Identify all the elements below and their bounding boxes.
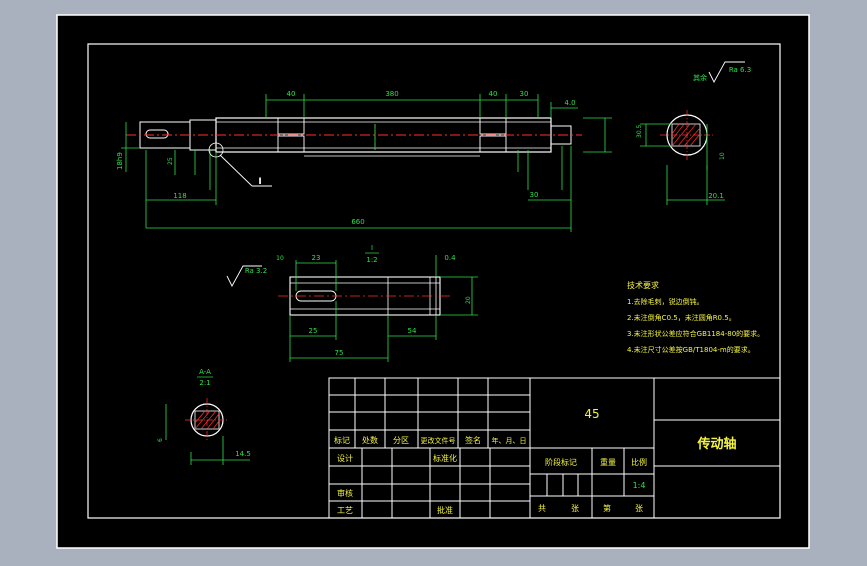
tb-label-weight: 重量 bbox=[600, 457, 616, 467]
tech-requirement-1: 1.去除毛刺，锐边倒钝。 bbox=[627, 297, 704, 306]
tb-label-standardize: 标准化 bbox=[433, 453, 457, 463]
tb-scale-value: 1:4 bbox=[633, 481, 646, 490]
dim-small-vertical: 25 bbox=[167, 157, 174, 165]
tb-label-total: 共 bbox=[538, 504, 546, 513]
sheet-outer-border bbox=[56, 14, 810, 549]
roughness-value: Ra 6.3 bbox=[729, 66, 751, 74]
dim-30-bottom: 30 bbox=[530, 191, 539, 199]
tb-label-sheets-b: 张 bbox=[635, 504, 643, 513]
tb-label-stage-mark: 阶段标记 bbox=[545, 457, 577, 467]
detail-dim-75: 75 bbox=[335, 349, 344, 357]
detail-callout-label: I bbox=[258, 177, 261, 187]
section-b-dim-bottom: 20.1 bbox=[708, 192, 724, 200]
tech-requirement-3: 3.未注形状公差应符合GB1184-80的要求。 bbox=[627, 329, 764, 338]
section-b-dim-left: 30.5 bbox=[636, 124, 643, 138]
cad-drawing: 40 380 40 30 4.0 118 30 660 I 18h9 25 其余… bbox=[56, 14, 810, 549]
dim-left-vertical: 18h9 bbox=[116, 152, 124, 170]
section-a-dim-left: 6 bbox=[157, 438, 164, 442]
dim-118: 118 bbox=[173, 192, 186, 200]
tb-label-design: 设计 bbox=[337, 453, 353, 463]
tech-requirements-title: 技术要求 bbox=[627, 280, 659, 290]
detail-dim-25: 25 bbox=[309, 327, 318, 335]
tb-label-zone: 分区 bbox=[393, 436, 409, 445]
tb-label-approve: 批准 bbox=[437, 505, 453, 515]
detail-dim-right: 20 bbox=[465, 296, 472, 304]
dim-40-right: 40 bbox=[489, 90, 498, 98]
section-a-dim-bottom: 14.5 bbox=[235, 450, 251, 458]
dim-660: 660 bbox=[351, 218, 364, 226]
tb-part-name: 传动轴 bbox=[696, 436, 736, 452]
tb-label-scale: 比例 bbox=[631, 457, 647, 467]
dim-30-top: 30 bbox=[520, 90, 529, 98]
drawing-canvas: 40 380 40 30 4.0 118 30 660 I 18h9 25 其余… bbox=[0, 0, 867, 562]
tb-label-signature: 签名 bbox=[465, 435, 481, 445]
dim-4-0: 4.0 bbox=[564, 99, 575, 107]
detail-roughness: Ra 3.2 bbox=[245, 267, 267, 275]
tb-label-nth: 第 bbox=[603, 503, 611, 513]
tb-label-process: 工艺 bbox=[337, 506, 353, 515]
roughness-other-label: 其余 bbox=[693, 73, 707, 82]
dim-40-left: 40 bbox=[287, 90, 296, 98]
tb-label-date: 年、月、日 bbox=[492, 436, 527, 445]
tb-label-change-doc: 更改文件号 bbox=[421, 436, 456, 445]
tb-material: 45 bbox=[584, 407, 599, 421]
detail-dim-54: 54 bbox=[408, 327, 417, 335]
tech-requirement-4: 4.未注尺寸公差按GB/T1804-m的要求。 bbox=[627, 345, 755, 354]
detail-dim-10: 10 bbox=[276, 255, 284, 262]
tb-label-mark: 标记 bbox=[334, 435, 350, 445]
section-a-label: A-A bbox=[199, 368, 211, 376]
tb-label-review: 审核 bbox=[337, 488, 353, 498]
detail-view-label: I bbox=[371, 244, 373, 252]
section-b-dim-right: 10 bbox=[719, 152, 726, 160]
tb-label-count: 处数 bbox=[362, 435, 378, 445]
detail-view-scale: 1:2 bbox=[366, 256, 377, 264]
tech-requirement-2: 2.未注倒角C0.5，未注圆角R0.5。 bbox=[627, 313, 736, 322]
section-a-scale: 2:1 bbox=[199, 379, 210, 387]
detail-dim-0-4: 0.4 bbox=[444, 254, 456, 262]
detail-dim-23: 23 bbox=[312, 254, 321, 262]
dim-380: 380 bbox=[385, 90, 398, 98]
tb-label-sheets-a: 张 bbox=[571, 504, 579, 513]
